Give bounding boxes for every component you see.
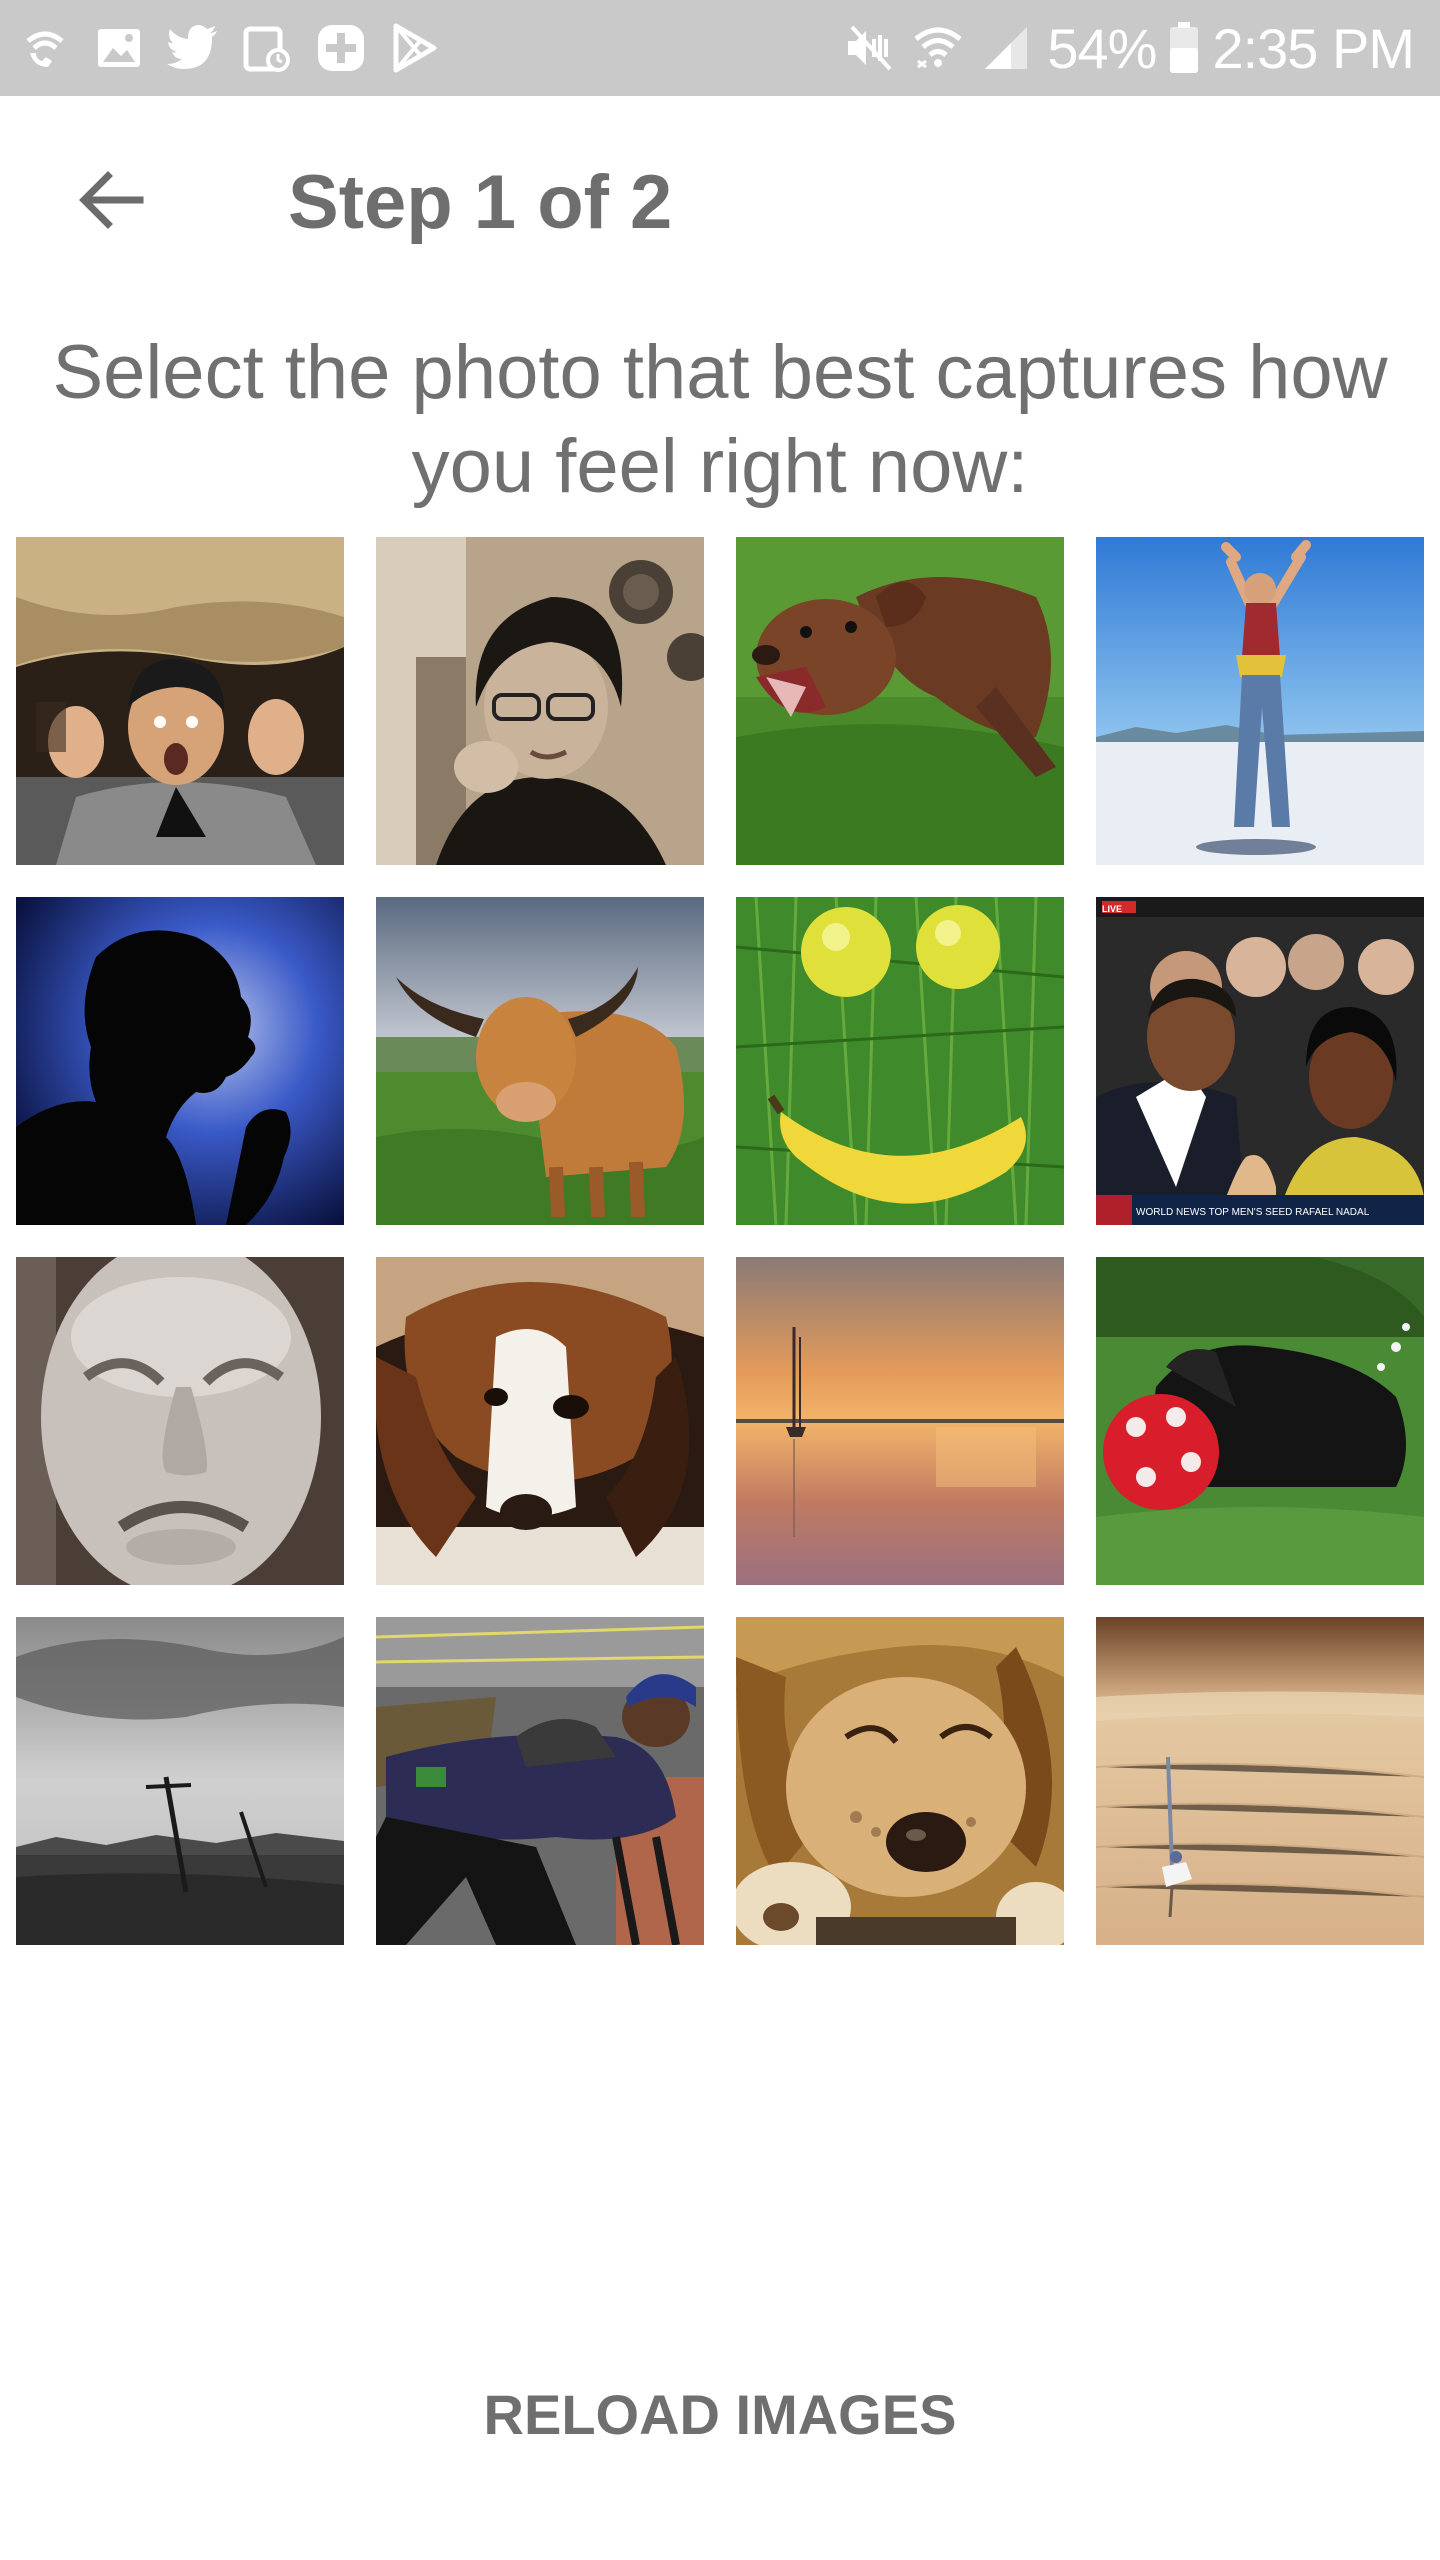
photo-black-dog-red-ball[interactable] bbox=[1096, 1257, 1424, 1585]
plus-icon bbox=[314, 21, 368, 75]
photo-running-dog-grass[interactable] bbox=[736, 537, 1064, 865]
tv-live-label: LIVE bbox=[1102, 904, 1122, 914]
photo-image bbox=[16, 897, 344, 1225]
photo-silhouette-shouting[interactable] bbox=[16, 897, 344, 1225]
back-button[interactable] bbox=[56, 144, 168, 256]
photo-sad-mask-face[interactable] bbox=[16, 1257, 344, 1585]
system-status: 54% 2:35 PM bbox=[843, 0, 1415, 96]
photo-image bbox=[1096, 1617, 1424, 1945]
photo-beagle-lying-down[interactable] bbox=[376, 1257, 704, 1585]
photo-highland-cow[interactable] bbox=[376, 897, 704, 1225]
photo-grayscale-landscape-poles[interactable] bbox=[16, 1617, 344, 1945]
photo-grid: LIVE WORLD NEWS TOP MEN'S SEED RAFAEL NA… bbox=[16, 537, 1424, 1945]
photo-image bbox=[16, 1257, 344, 1585]
photo-desert-figure-sepia[interactable] bbox=[1096, 1617, 1424, 1945]
photo-image bbox=[736, 537, 1064, 865]
arrow-left-icon bbox=[79, 171, 144, 229]
photo-surprised-man-cave[interactable] bbox=[16, 537, 344, 865]
photo-image bbox=[16, 1617, 344, 1945]
tv-ticker-text: WORLD NEWS TOP MEN'S SEED RAFAEL NADAL bbox=[1136, 1207, 1370, 1218]
photo-sleeping-golden-dog[interactable] bbox=[736, 1617, 1064, 1945]
photo-image bbox=[16, 537, 344, 865]
photo-image bbox=[736, 1257, 1064, 1585]
photo-image bbox=[376, 537, 704, 865]
image-icon bbox=[92, 21, 146, 75]
photo-jumping-woman-salt-flat[interactable] bbox=[1096, 537, 1424, 865]
photo-image bbox=[376, 1257, 704, 1585]
mute-vibrate-icon bbox=[843, 21, 897, 75]
photo-image bbox=[736, 897, 1064, 1225]
clock: 2:35 PM bbox=[1212, 16, 1415, 80]
calendar-icon bbox=[240, 21, 294, 75]
photo-image bbox=[736, 1617, 1064, 1945]
reload-images-button[interactable]: RELOAD IMAGES bbox=[0, 2382, 1440, 2447]
photo-image bbox=[376, 897, 704, 1225]
prompt-line-2: you feel right now: bbox=[411, 424, 1029, 509]
battery-icon bbox=[1170, 21, 1199, 75]
photo-image bbox=[1096, 1257, 1424, 1585]
photo-man-sleeping-bench[interactable] bbox=[376, 1617, 704, 1945]
photo-image bbox=[376, 1617, 704, 1945]
photo-crowd-news-broadcast[interactable]: LIVE WORLD NEWS TOP MEN'S SEED RAFAEL NA… bbox=[1096, 897, 1424, 1225]
signal-icon bbox=[979, 21, 1033, 75]
photo-image bbox=[1096, 537, 1424, 865]
notification-icons bbox=[18, 0, 442, 96]
page-title: Step 1 of 2 bbox=[288, 160, 673, 245]
photo-sunset-boat-water[interactable] bbox=[736, 1257, 1064, 1585]
wifi-icon bbox=[911, 21, 965, 75]
wifi-call-icon bbox=[18, 21, 72, 75]
play-store-icon bbox=[388, 21, 442, 75]
photo-image: LIVE WORLD NEWS TOP MEN'S SEED RAFAEL NA… bbox=[1096, 897, 1424, 1225]
status-bar: 54% 2:35 PM bbox=[0, 0, 1440, 96]
photo-nervous-woman-glasses[interactable] bbox=[376, 537, 704, 865]
battery-percent: 54% bbox=[1047, 16, 1157, 80]
photo-fruit-smiley-face[interactable] bbox=[736, 897, 1064, 1225]
app-bar: Step 1 of 2 bbox=[0, 96, 1440, 326]
twitter-icon bbox=[166, 21, 220, 75]
prompt-text: Select the photo that best captures how … bbox=[0, 326, 1440, 514]
prompt-line-1: Select the photo that best captures how bbox=[52, 330, 1388, 415]
